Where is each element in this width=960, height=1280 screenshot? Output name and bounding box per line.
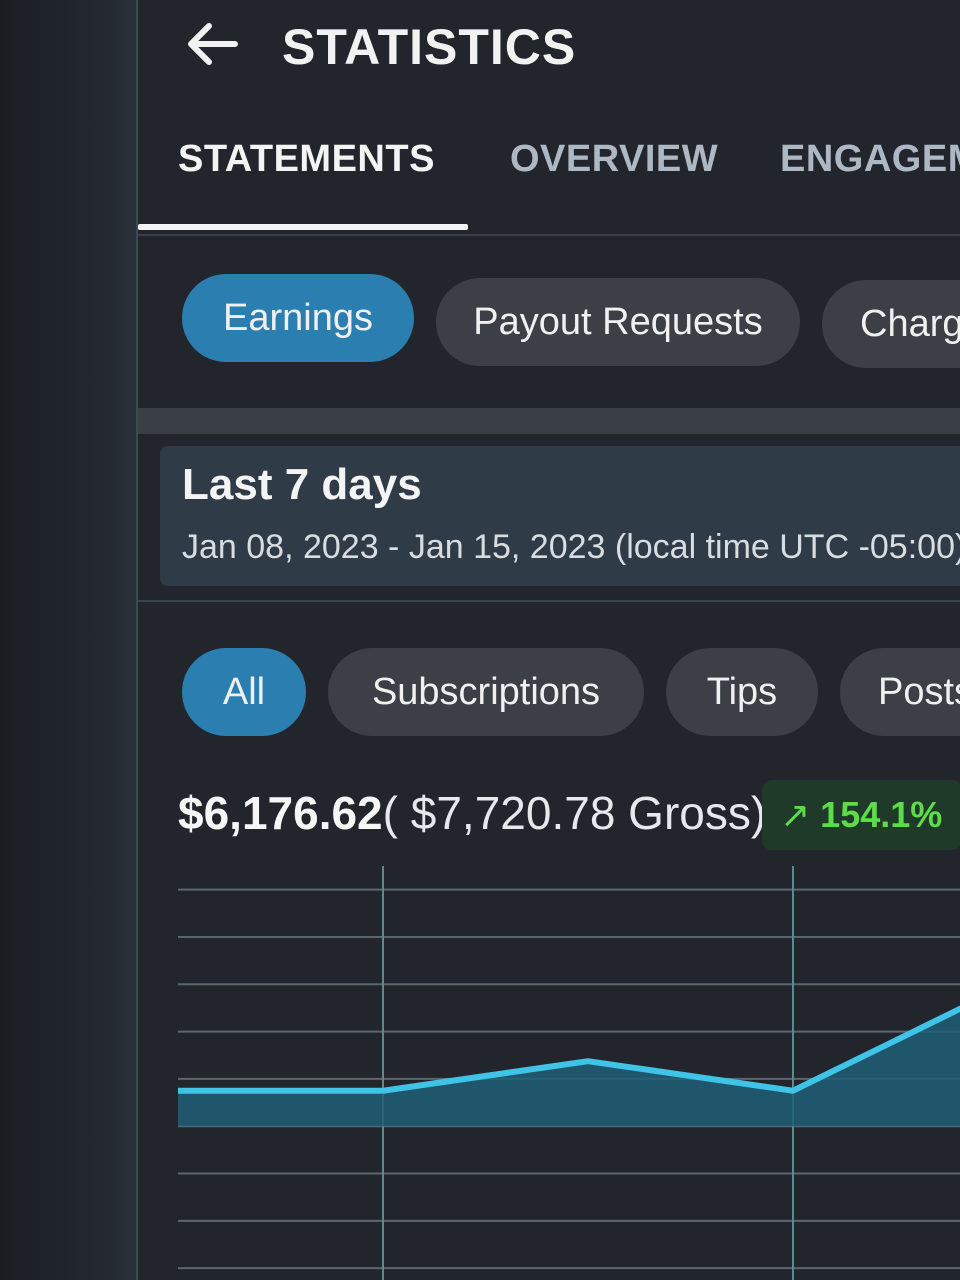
chip-earnings[interactable]: Earnings <box>182 274 414 362</box>
back-button[interactable] <box>182 16 242 72</box>
tab-overview[interactable]: OVERVIEW <box>510 138 718 181</box>
header: STATISTICS <box>138 0 960 100</box>
earnings-chart <box>178 866 960 1280</box>
arrow-left-icon <box>188 23 238 65</box>
period-title: Last 7 days <box>182 460 422 509</box>
section-divider <box>138 408 960 434</box>
chip-payout-requests[interactable]: Payout Requests <box>436 278 800 366</box>
page-title: STATISTICS <box>282 19 577 75</box>
chip-chargebacks[interactable]: Charg <box>822 280 960 368</box>
date-range-selector[interactable]: Last 7 days Jan 08, 2023 - Jan 15, 2023 … <box>160 446 960 586</box>
section-divider-line <box>138 600 960 602</box>
net-amount: $6,176.62 <box>178 787 383 839</box>
change-percent: 154.1% <box>820 794 943 835</box>
filter-subscriptions[interactable]: Subscriptions <box>328 648 644 736</box>
filter-all[interactable]: All <box>182 648 306 736</box>
chart-area <box>178 1008 960 1127</box>
filter-posts[interactable]: Posts <box>840 648 960 736</box>
gross-amount: ( $7,720.78 Gross) <box>382 787 767 839</box>
active-tab-indicator <box>138 224 468 230</box>
tab-bar: STATEMENTS OVERVIEW ENGAGEMI <box>138 120 960 236</box>
tab-engagement[interactable]: ENGAGEMI <box>780 138 960 181</box>
earnings-total: $6,176.62( $7,720.78 Gross) <box>178 786 766 840</box>
filter-tips[interactable]: Tips <box>666 648 818 736</box>
statistics-screen: STATISTICS STATEMENTS OVERVIEW ENGAGEMI … <box>136 0 960 1280</box>
trend-up-icon: ↗ <box>780 794 811 835</box>
change-badge: ↗ 154.1% <box>762 780 960 850</box>
tab-statements[interactable]: STATEMENTS <box>178 138 435 181</box>
monitor-bezel <box>0 0 136 1280</box>
period-range: Jan 08, 2023 - Jan 15, 2023 (local time … <box>182 528 960 566</box>
